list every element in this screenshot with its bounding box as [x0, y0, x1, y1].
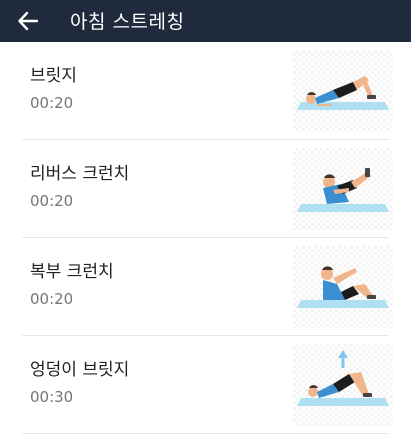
- exercise-list: 브릿지 00:20 리버스 크런치 00:20 복부 크런치 00:20 엉덩이…: [0, 42, 411, 434]
- exercise-duration: 00:30: [30, 388, 74, 406]
- exercise-name: 엉덩이 브릿지: [30, 360, 130, 380]
- exercise-text: 브릿지 00:20: [30, 64, 77, 114]
- abdominal-crunch-illustration: [293, 246, 393, 328]
- exercise-text: 엉덩이 브릿지 00:30: [30, 358, 129, 408]
- page-title: 아침 스트레칭: [70, 10, 185, 33]
- app-bar: 아침 스트레칭: [0, 0, 411, 42]
- exercise-name: 리버스 크런치: [30, 164, 130, 184]
- exercise-item-reverse-crunch[interactable]: 리버스 크런치 00:20: [22, 140, 393, 238]
- back-button[interactable]: [0, 0, 56, 42]
- exercise-item-abdominal-crunch[interactable]: 복부 크런치 00:20: [22, 238, 393, 336]
- exercise-duration: 00:20: [30, 192, 74, 210]
- exercise-text: 리버스 크런치 00:20: [30, 162, 129, 212]
- arrow-left-icon: [18, 11, 39, 31]
- exercise-name: 브릿지: [30, 66, 77, 86]
- exercise-text: 복부 크런치 00:20: [30, 260, 114, 310]
- exercise-item-glute-bridge[interactable]: 엉덩이 브릿지 00:30: [22, 336, 393, 434]
- exercise-duration: 00:20: [30, 290, 74, 308]
- exercise-duration: 00:20: [30, 94, 74, 112]
- reverse-crunch-illustration: [293, 148, 393, 230]
- exercise-name: 복부 크런치: [30, 262, 114, 282]
- glute-bridge-illustration: [293, 344, 393, 426]
- exercise-item-bridge[interactable]: 브릿지 00:20: [22, 42, 393, 140]
- bridge-illustration: [293, 50, 393, 132]
